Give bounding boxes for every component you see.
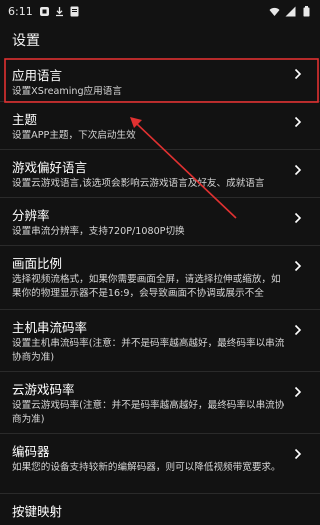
chevron-right-icon bbox=[294, 164, 302, 176]
setting-console-bitrate[interactable]: 主机串流码率 设置主机串流码率(注意：并不是码率越高越好，最终码率以串流协商为准… bbox=[0, 310, 320, 372]
setting-summary: 设置串流分辨率，支持720P/1080P切换 bbox=[12, 226, 185, 237]
setting-app-language[interactable]: 应用语言 设置XSreaming应用语言 bbox=[0, 58, 320, 102]
download-icon bbox=[54, 6, 65, 17]
setting-aspect-ratio[interactable]: 画面比例 选择视频流格式，如果你需要画面全屏，请选择拉伸或缩放，如果你的物理显示… bbox=[0, 246, 320, 310]
setting-summary: 如果您的设备支持较新的编解码器，则可以降低视频带宽要求。 bbox=[12, 462, 281, 473]
battery-icon bbox=[301, 5, 312, 17]
setting-summary: 选择视频流格式，如果你需要画面全屏，请选择拉伸或缩放，如果你的物理显示器不是16… bbox=[12, 274, 281, 299]
settings-list: 应用语言 设置XSreaming应用语言 主题 设置APP主题，下次启动生效 游… bbox=[0, 58, 320, 525]
setting-title: 主题 bbox=[12, 112, 38, 127]
setting-summary: 设置云游戏语言,该选项会影响云游戏语言及好友、成就语言 bbox=[12, 178, 265, 189]
chevron-right-icon bbox=[294, 448, 302, 460]
setting-title: 游戏偏好语言 bbox=[12, 160, 88, 175]
chevron-right-icon bbox=[294, 68, 302, 80]
chevron-right-icon bbox=[294, 324, 302, 336]
setting-title: 编码器 bbox=[12, 444, 50, 459]
chevron-right-icon bbox=[294, 116, 302, 128]
setting-title: 云游戏码率 bbox=[12, 382, 75, 397]
setting-summary: 设置主机串流码率(注意：并不是码率越高越好，最终码率以串流协商为准) bbox=[12, 338, 285, 363]
setting-resolution[interactable]: 分辨率 设置串流分辨率，支持720P/1080P切换 bbox=[0, 198, 320, 246]
setting-game-language[interactable]: 游戏偏好语言 设置云游戏语言,该选项会影响云游戏语言及好友、成就语言 bbox=[0, 150, 320, 198]
status-time: 6:11 bbox=[8, 4, 33, 18]
page-title: 设置 bbox=[12, 33, 40, 49]
status-icons-left bbox=[39, 6, 80, 17]
settings-screen: 6:11 设置 应用语言 设置XSreaming应用语言 主题 设置APP主题，… bbox=[0, 0, 320, 525]
status-icons-right bbox=[269, 5, 312, 17]
setting-summary: 设置APP主题，下次启动生效 bbox=[12, 130, 136, 141]
toolbar: 设置 bbox=[0, 22, 320, 58]
setting-title: 分辨率 bbox=[12, 208, 50, 223]
chevron-right-icon bbox=[294, 386, 302, 398]
signal-icon bbox=[285, 6, 296, 17]
setting-title: 按键映射 bbox=[12, 504, 63, 519]
setting-summary: 设置XSreaming应用语言 bbox=[12, 86, 122, 97]
setting-key-mapping[interactable]: 按键映射 bbox=[0, 494, 320, 525]
notification-icon bbox=[69, 6, 80, 17]
status-bar: 6:11 bbox=[0, 0, 320, 22]
game-icon bbox=[39, 6, 50, 17]
setting-codec[interactable]: 编码器 如果您的设备支持较新的编解码器，则可以降低视频带宽要求。 bbox=[0, 434, 320, 494]
setting-summary: 设置云游戏码率(注意：并不是码率越高越好，最终码率以串流协商为准) bbox=[12, 400, 285, 425]
chevron-right-icon bbox=[294, 212, 302, 224]
setting-theme[interactable]: 主题 设置APP主题，下次启动生效 bbox=[0, 102, 320, 150]
setting-cloud-bitrate[interactable]: 云游戏码率 设置云游戏码率(注意：并不是码率越高越好，最终码率以串流协商为准) bbox=[0, 372, 320, 434]
setting-title: 应用语言 bbox=[12, 68, 63, 83]
setting-title: 主机串流码率 bbox=[12, 320, 88, 335]
chevron-right-icon bbox=[294, 260, 302, 272]
setting-title: 画面比例 bbox=[12, 256, 63, 271]
wifi-icon bbox=[269, 6, 280, 17]
